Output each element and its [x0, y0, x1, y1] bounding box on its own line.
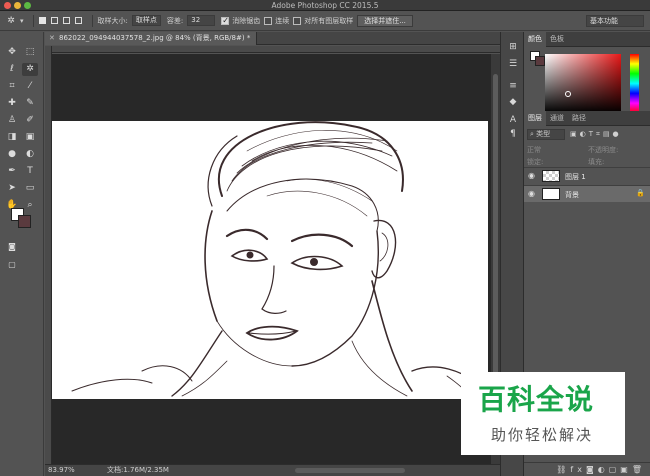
color-picker-ring[interactable] [565, 91, 571, 97]
tab-swatches[interactable]: 色板 [546, 32, 568, 47]
color-panel-tabs: 颜色 色板 [524, 32, 650, 47]
lock-label: 锁定: [527, 158, 544, 166]
divider [91, 14, 93, 27]
document-size[interactable]: 文档:1.76M/2.35M [107, 465, 169, 476]
workspace-select[interactable]: 基本功能 [586, 15, 644, 27]
window-title: Adobe Photoshop CC 2015.5 [271, 1, 379, 10]
layer-thumbnail [542, 188, 560, 200]
shape-tool-icon[interactable]: ▭ [22, 182, 38, 195]
gradient-tool-icon[interactable]: ▣ [22, 131, 38, 144]
color-picker-field[interactable] [545, 54, 621, 113]
character-panel-icon[interactable]: A [506, 114, 520, 126]
sample-all-layers-label: 对所有图层取样 [304, 16, 354, 25]
sample-size-label: 取样大小: [97, 16, 128, 25]
layers-footer-icons[interactable]: ⛓fx◙◐▢▣🗑 [524, 462, 650, 476]
tab-layers[interactable]: 图层 [524, 111, 546, 126]
tolerance-label: 容差: [166, 16, 184, 25]
info-panel-icon[interactable]: ◆ [506, 96, 520, 108]
new-selection-icon[interactable] [38, 17, 46, 24]
pencil-sketch-portrait [71, 121, 483, 399]
horizontal-scroll-thumb[interactable] [295, 468, 405, 473]
hue-slider[interactable] [630, 54, 639, 113]
tolerance-input[interactable]: 32 [187, 15, 216, 26]
pen-tool-icon[interactable]: ✒ [4, 165, 20, 178]
eyedropper-tool-icon[interactable]: ⁄ [22, 80, 38, 93]
fill-label: 填充: [588, 158, 605, 166]
watermark: 百科全说 助你轻松解决 [461, 372, 625, 455]
tools-panel: ✥ ⬚ ℓ ✲ ⌗ ⁄ ✚ ✎ ♙ ✐ ◨ ▣ ● ◐ ✒ T ➤ ▭ ✋ ⌕ … [0, 32, 44, 476]
contiguous-checkbox[interactable] [264, 16, 273, 25]
path-select-tool-icon[interactable]: ➤ [4, 182, 20, 195]
opacity-label: 不透明度: [588, 146, 619, 154]
layer-row[interactable]: ◉ 背景 🔒 [524, 185, 650, 202]
document-tab-title: 862022_094944037578_2.jpg @ 84% (背景, RGB… [59, 34, 251, 42]
contiguous-label: 连续 [275, 16, 290, 25]
intersect-selection-icon[interactable] [74, 17, 82, 24]
blur-tool-icon[interactable]: ● [4, 148, 20, 161]
subtract-selection-icon[interactable] [62, 17, 70, 24]
divider [32, 14, 34, 27]
document-tab[interactable]: ✕ 862022_094944037578_2.jpg @ 84% (背景, R… [45, 32, 258, 45]
stamp-tool-icon[interactable]: ♙ [4, 114, 20, 127]
brush-tool-icon[interactable]: ✎ [22, 97, 38, 110]
panel-background-swatch[interactable] [535, 56, 545, 66]
layer-name: 背景 [565, 191, 579, 199]
magic-wand-icon[interactable]: ✲ [4, 15, 18, 27]
move-tool-icon[interactable]: ✥ [4, 46, 20, 59]
filter-icons[interactable]: ▣◐T⌗▤● [570, 130, 622, 139]
history-brush-tool-icon[interactable]: ✐ [22, 114, 38, 127]
lock-icon: 🔒 [636, 189, 645, 197]
canvas-area[interactable] [52, 54, 500, 464]
tab-paths[interactable]: 路径 [568, 111, 590, 126]
status-bar: 83.97% 文档:1.76M/2.35M [45, 464, 500, 476]
visibility-eye-icon[interactable]: ◉ [528, 171, 535, 180]
properties-panel-icon[interactable]: ☰ [506, 58, 520, 70]
layers-panel-tabs: 图层 通道 路径 [524, 111, 650, 126]
zoom-tool-icon[interactable]: ⌕ [22, 199, 38, 212]
antialias-label: 消除锯齿 [232, 16, 261, 25]
layer-row[interactable]: ◉ 图层 1 [524, 167, 650, 184]
paragraph-panel-icon[interactable]: ¶ [506, 128, 520, 140]
tab-color[interactable]: 颜色 [524, 32, 546, 47]
eraser-tool-icon[interactable]: ◨ [4, 131, 20, 144]
adjustments-panel-icon[interactable]: ≡ [506, 80, 520, 92]
kind-filter-label: 类型 [536, 130, 551, 138]
blend-mode-select[interactable]: 正常 [527, 145, 541, 155]
document-tab-bar: ✕ 862022_094944037578_2.jpg @ 84% (背景, R… [45, 32, 500, 45]
type-tool-icon[interactable]: T [22, 165, 38, 178]
dodge-tool-icon[interactable]: ◐ [22, 148, 38, 161]
photoshop-window: Adobe Photoshop CC 2015.5 ✲ ▾ 取样大小: 取样点 … [0, 0, 650, 476]
tool-preset-chevron-icon[interactable]: ▾ [20, 17, 24, 25]
horizontal-ruler [52, 46, 500, 53]
close-tab-icon[interactable]: ✕ [49, 32, 55, 45]
history-panel-icon[interactable]: ⊞ [506, 41, 520, 53]
select-and-mask-button[interactable]: 选择并遮住... [357, 14, 413, 27]
zoom-level[interactable]: 83.97% [48, 465, 75, 476]
sample-all-layers-checkbox[interactable] [293, 16, 302, 25]
options-bar: ✲ ▾ 取样大小: 取样点 容差: 32 消除锯齿 连续 对所有图层取样 选择并… [0, 11, 650, 31]
watermark-subtitle: 助你轻松解决 [491, 426, 594, 444]
crop-tool-icon[interactable]: ⌗ [4, 80, 20, 93]
visibility-eye-icon[interactable]: ◉ [528, 189, 535, 198]
vertical-scroll-thumb[interactable] [493, 74, 498, 404]
layer-name: 图层 1 [565, 173, 586, 181]
quick-mask-icon[interactable]: ◙ [4, 240, 20, 253]
watermark-title: 百科全说 [478, 383, 595, 416]
background-color-swatch[interactable] [18, 215, 31, 228]
sketch-image [52, 121, 488, 399]
title-bar: Adobe Photoshop CC 2015.5 [0, 0, 650, 11]
antialias-checkbox[interactable] [221, 16, 230, 25]
layer-thumbnail [542, 170, 560, 182]
tab-channels[interactable]: 通道 [546, 111, 568, 126]
sample-size-select[interactable]: 取样点 [131, 15, 161, 26]
vertical-ruler [45, 46, 52, 464]
screen-mode-icon[interactable]: ▢ [4, 258, 20, 271]
lasso-tool-icon[interactable]: ℓ [4, 63, 20, 76]
kind-filter-select[interactable]: ⌕ 类型 [527, 129, 565, 140]
add-selection-icon[interactable] [50, 17, 58, 24]
healing-tool-icon[interactable]: ✚ [4, 97, 20, 110]
magic-wand-tool-icon[interactable]: ✲ [22, 63, 38, 76]
color-panel [524, 47, 650, 117]
marquee-tool-icon[interactable]: ⬚ [22, 46, 38, 59]
